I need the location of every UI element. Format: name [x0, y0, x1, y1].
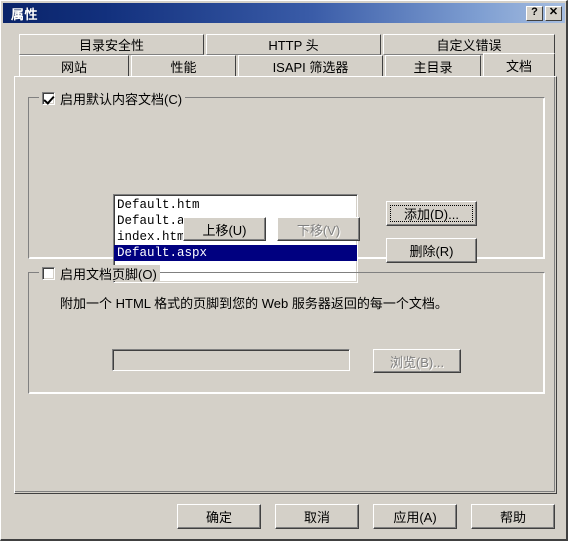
- cancel-button[interactable]: 取消: [275, 504, 359, 529]
- tab-label: 目录安全性: [78, 38, 144, 53]
- move-down-button: 下移(V): [277, 217, 360, 241]
- footer-path-input: [112, 349, 350, 371]
- document-footer-group: 启用文档页脚(O): [28, 265, 545, 394]
- remove-button[interactable]: 删除(R): [386, 238, 477, 263]
- tab-row-2: 网站 性能 ISAPI 筛选器 主目录 文档: [14, 53, 557, 76]
- move-up-button[interactable]: 上移(U): [183, 217, 266, 241]
- help-icon[interactable]: ?: [526, 5, 543, 21]
- ok-button-label: 确定: [205, 510, 232, 525]
- tab-page-documents: 启用默认内容文档(C) Default.htm Default.asp inde…: [14, 76, 557, 494]
- list-item[interactable]: Default.htm: [114, 197, 357, 213]
- apply-button-label: 应用(A): [393, 510, 437, 525]
- tab-http-headers[interactable]: HTTP 头: [206, 34, 381, 55]
- close-icon-glyph: ✕: [548, 5, 559, 18]
- tab-web-site[interactable]: 网站: [19, 55, 129, 76]
- help-button-label: 帮助: [499, 510, 526, 525]
- help-icon-glyph: ?: [531, 5, 538, 18]
- properties-dialog-window: 属性 ? ✕ 目录安全性 HTTP 头 自定义错误 网站 性能 ISAPI 筛选…: [0, 0, 568, 541]
- tab-documents[interactable]: 文档: [483, 53, 555, 76]
- add-button[interactable]: 添加(D)...: [386, 201, 477, 226]
- tab-home-directory[interactable]: 主目录: [385, 55, 481, 76]
- tab-label: 性能: [170, 59, 197, 75]
- browse-button: 浏览(B)...: [373, 349, 461, 373]
- browse-button-label: 浏览(B)...: [389, 354, 445, 370]
- cancel-button-label: 取消: [303, 510, 330, 525]
- help-button[interactable]: 帮助: [471, 504, 555, 529]
- tab-strip: 目录安全性 HTTP 头 自定义错误 网站 性能 ISAPI 筛选器 主目录 文…: [14, 34, 557, 76]
- tab-label: 主目录: [413, 59, 453, 75]
- tab-label: HTTP 头: [268, 38, 319, 53]
- title-bar: 属性 ? ✕: [3, 3, 565, 23]
- tab-row-1: 目录安全性 HTTP 头 自定义错误: [14, 34, 557, 55]
- ok-button[interactable]: 确定: [177, 504, 261, 529]
- tab-label: 自定义错误: [436, 38, 502, 53]
- enable-default-document-label: 启用默认内容文档(C): [60, 91, 183, 107]
- list-item-selected[interactable]: Default.aspx: [114, 245, 357, 261]
- move-down-button-label: 下移(V): [296, 222, 341, 238]
- tab-directory-security[interactable]: 目录安全性: [19, 34, 204, 55]
- tab-label: 网站: [60, 59, 87, 75]
- tab-isapi-filters[interactable]: ISAPI 筛选器: [238, 55, 383, 76]
- tab-label: 文档: [505, 58, 532, 74]
- tab-label: ISAPI 筛选器: [272, 59, 349, 75]
- enable-default-document-checkbox[interactable]: [42, 91, 55, 105]
- document-footer-description: 附加一个 HTML 格式的页脚到您的 Web 服务器返回的每一个文档。: [60, 296, 448, 311]
- enable-document-footer-label: 启用文档页脚(O): [60, 266, 157, 282]
- move-up-button-label: 上移(U): [202, 222, 247, 238]
- window-title: 属性: [11, 6, 39, 22]
- add-button-label: 添加(D)...: [404, 207, 459, 222]
- title-bar-buttons: ? ✕: [526, 5, 562, 21]
- apply-button[interactable]: 应用(A): [373, 504, 457, 529]
- remove-button-label: 删除(R): [409, 244, 454, 259]
- close-icon[interactable]: ✕: [545, 5, 562, 21]
- enable-default-document-checkbox-row[interactable]: 启用默认内容文档(C): [39, 90, 186, 107]
- enable-document-footer-checkbox[interactable]: [42, 266, 55, 280]
- tab-performance[interactable]: 性能: [131, 55, 236, 76]
- tab-custom-errors[interactable]: 自定义错误: [383, 34, 555, 55]
- enable-document-footer-checkbox-row[interactable]: 启用文档页脚(O): [39, 265, 160, 282]
- group-inner-border: [29, 273, 544, 393]
